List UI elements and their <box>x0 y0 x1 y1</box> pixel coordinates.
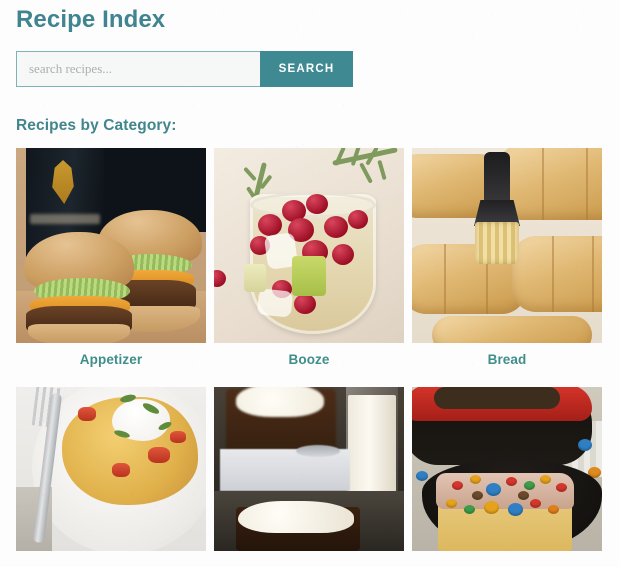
category-label-chocolate-cake[interactable] <box>214 551 404 567</box>
category-thumbnail-booze[interactable] <box>214 148 404 343</box>
category-thumbnail-chocolate-cake[interactable] <box>214 387 404 551</box>
recipe-search-form: SEARCH <box>16 51 353 87</box>
page-title: Recipe Index <box>16 6 166 33</box>
category-label-appetizer[interactable]: Appetizer <box>16 343 206 374</box>
category-thumbnail-appetizer[interactable] <box>16 148 206 343</box>
search-input[interactable] <box>16 51 260 87</box>
category-label-bread[interactable]: Bread <box>412 343 602 374</box>
category-thumbnail-candy-cake[interactable] <box>412 387 602 551</box>
category-thumbnail-bread[interactable] <box>412 148 602 343</box>
category-card-bread[interactable]: Bread <box>412 148 602 374</box>
category-card-candy-cake[interactable] <box>412 387 602 567</box>
category-label-casserole[interactable] <box>16 551 206 567</box>
category-card-booze[interactable]: Booze <box>214 148 404 374</box>
category-card-chocolate-cake[interactable] <box>214 387 404 567</box>
category-label-booze[interactable]: Booze <box>214 343 404 374</box>
recipe-index-page: Recipe Index SEARCH Recipes by Category: <box>0 0 620 567</box>
category-card-appetizer[interactable]: Appetizer <box>16 148 206 374</box>
search-button[interactable]: SEARCH <box>260 51 353 87</box>
category-thumbnail-casserole[interactable] <box>16 387 206 551</box>
category-grid-row-1: Appetizer Booze Bread <box>16 148 604 374</box>
category-card-casserole[interactable] <box>16 387 206 567</box>
category-grid-row-2 <box>16 387 604 567</box>
category-label-candy-cake[interactable] <box>412 551 602 567</box>
section-heading: Recipes by Category: <box>16 117 177 134</box>
